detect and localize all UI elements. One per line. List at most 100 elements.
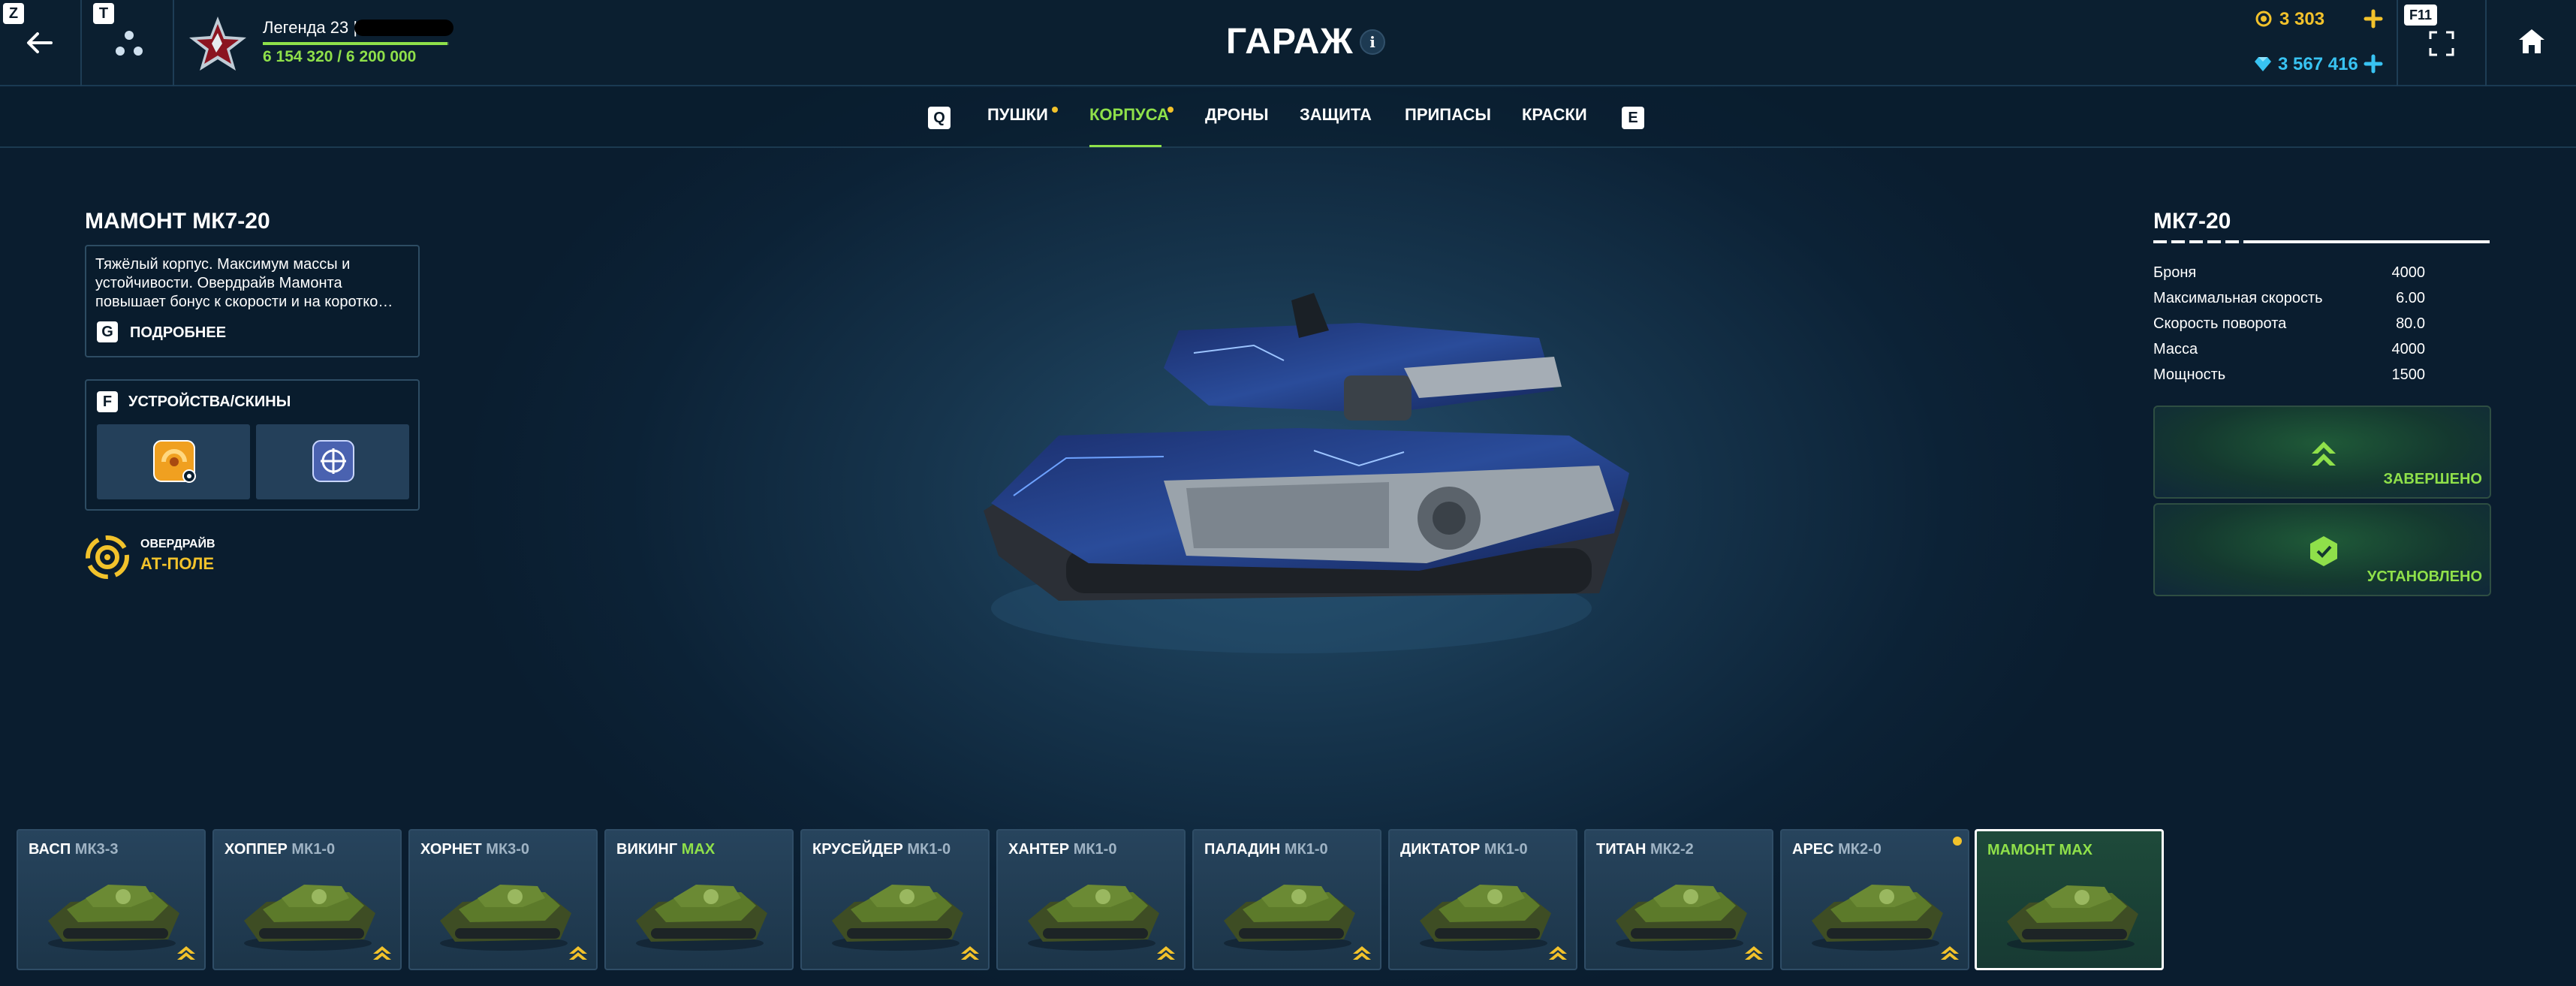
tankoins-amount: 3 567 416 <box>2278 54 2358 74</box>
stat-speed-value: 6.00 <box>2396 290 2425 306</box>
tab-supplies[interactable]: ПРИПАСЫ <box>1405 105 1491 125</box>
hull-max-badge: MAX <box>2059 842 2092 858</box>
hull-card[interactable]: ВАСП МК3-3 <box>17 829 206 970</box>
description-card: Тяжёлый корпус. Максимум массы и устойчи… <box>85 245 420 357</box>
hull-card[interactable]: ТИТАН МК2-2 <box>1584 829 1773 970</box>
tab-protection[interactable]: ЗАЩИТА <box>1300 105 1372 125</box>
hull-name: ХОППЕР <box>224 841 292 858</box>
key-hint-e[interactable]: E <box>1622 107 1644 129</box>
info-icon[interactable]: i <box>1360 29 1385 55</box>
hull-card-title: ВАСП МК3-3 <box>29 841 119 858</box>
hull-card[interactable]: ХАНТЕР МК1-0 <box>996 829 1186 970</box>
fullscreen-icon[interactable] <box>2428 30 2455 57</box>
hidden-nickname <box>354 20 453 36</box>
hull-name: ДИКТАТОР <box>1400 841 1484 858</box>
hull-card-title: КРУСЕЙДЕР МК1-0 <box>812 841 951 858</box>
hull-thumbnail <box>824 868 967 954</box>
crystal-coin-icon <box>2255 11 2272 27</box>
device-slot[interactable] <box>97 424 250 499</box>
key-hint-q[interactable]: Q <box>928 107 951 129</box>
hull-card-title: ХОППЕР МК1-0 <box>224 841 335 858</box>
add-crystals-icon[interactable] <box>2364 9 2383 29</box>
item-title: МАМОНТ МК7-20 <box>85 209 270 234</box>
stat-turn-label: Скорость поворота <box>2153 315 2287 332</box>
tab-hulls[interactable]: КОРПУСА <box>1089 105 1169 125</box>
stat-mass-value: 4000 <box>2391 341 2426 357</box>
hull-card[interactable]: ВИКИНГ MAX <box>604 829 794 970</box>
hull-name: ХАНТЕР <box>1008 841 1074 858</box>
equipped-shield-icon <box>2309 535 2339 568</box>
crystals-amount: 3 303 <box>2279 9 2325 29</box>
tab-paints[interactable]: КРАСКИ <box>1522 105 1587 125</box>
equip-status-text: УСТАНОВЛЕНО <box>2367 568 2482 585</box>
upgrade-available-icon <box>1743 943 1764 961</box>
stat-turn-value: 80.0 <box>2396 315 2425 332</box>
hull-name: ПАЛАДИН <box>1204 841 1285 858</box>
friends-icon[interactable] <box>113 29 146 59</box>
hull-thumbnail <box>1804 868 1947 954</box>
hull-thumbnail <box>1999 869 2142 955</box>
xp-counter: 6 154 320 / 6 200 000 <box>263 48 417 65</box>
hull-mk-level: МК1-0 <box>291 841 336 858</box>
equip-status-card[interactable]: УСТАНОВЛЕНО <box>2153 503 2491 596</box>
stat-armor-label: Броня <box>2153 264 2197 281</box>
skin-icon <box>312 439 355 483</box>
tab-guns[interactable]: ПУШКИ <box>987 105 1048 125</box>
divider <box>173 0 174 86</box>
devices-skins-title[interactable]: УСТРОЙСТВА/СКИНЫ <box>128 393 291 411</box>
hull-name: ТИТАН <box>1596 841 1650 858</box>
tab-guns-notification-dot <box>1052 107 1058 113</box>
key-hint-g: G <box>97 321 118 342</box>
back-arrow-icon[interactable] <box>23 26 57 60</box>
hull-card[interactable]: КРУСЕЙДЕР МК1-0 <box>800 829 990 970</box>
player-rank-name: Легенда 23 | <box>263 18 358 37</box>
stat-speed-label: Максимальная скорость <box>2153 290 2323 306</box>
hull-card[interactable]: ХОППЕР МК1-0 <box>212 829 402 970</box>
hull-max-badge: MAX <box>681 841 716 858</box>
add-tankoins-icon[interactable] <box>2364 54 2383 74</box>
key-hint-f: F <box>97 391 118 412</box>
rank-star-icon[interactable] <box>186 15 249 74</box>
devices-card: F УСТРОЙСТВА/СКИНЫ <box>85 379 420 511</box>
tab-hulls-notification-dot <box>1167 107 1174 113</box>
home-icon[interactable] <box>2517 27 2547 56</box>
hull-mk-level: МК1-0 <box>1484 841 1528 858</box>
key-hint-f11: F11 <box>2404 5 2437 26</box>
xp-bar-fill <box>263 42 448 45</box>
stats-mk-title: МК7-20 <box>2153 209 2231 234</box>
divider <box>2485 0 2487 86</box>
hull-notification-dot <box>1953 837 1962 846</box>
tank-model-preview[interactable] <box>939 285 1637 706</box>
item-description: Тяжёлый корпус. Максимум массы и устойчи… <box>95 256 393 310</box>
hull-name: ВАСП <box>29 841 75 858</box>
upgrade-status-card[interactable]: ЗАВЕРШЕНО <box>2153 406 2491 499</box>
key-hint-t: T <box>93 3 114 24</box>
more-details-link[interactable]: ПОДРОБНЕЕ <box>130 324 226 342</box>
upgrade-available-icon <box>960 943 981 961</box>
hull-thumbnail <box>628 868 771 954</box>
upgrade-available-icon <box>176 943 197 961</box>
hull-card[interactable]: ПАЛАДИН МК1-0 <box>1192 829 1381 970</box>
hull-name: КРУСЕЙДЕР <box>812 841 908 858</box>
upgrade-available-icon <box>1547 943 1568 961</box>
overdrive-icon[interactable] <box>85 535 130 580</box>
hull-mk-level: МК1-0 <box>1284 841 1328 858</box>
upgrade-progress-segments <box>2153 240 2255 243</box>
hull-name: ХОРНЕТ <box>420 841 487 858</box>
diamond-icon <box>2254 56 2272 72</box>
skin-slot[interactable] <box>256 424 409 499</box>
stat-armor-value: 4000 <box>2391 264 2426 281</box>
hull-card[interactable]: ХОРНЕТ МК3-0 <box>408 829 598 970</box>
hull-card-title: АРЕС МК2-0 <box>1792 841 1882 858</box>
stat-power-value: 1500 <box>2391 366 2426 383</box>
tab-drones[interactable]: ДРОНЫ <box>1205 105 1269 125</box>
active-tab-underline <box>1089 145 1161 147</box>
hull-name: ВИКИНГ <box>616 841 682 858</box>
hull-card[interactable]: АРЕС МК2-0 <box>1780 829 1969 970</box>
hull-card[interactable]: МАМОНТ MAX <box>1975 829 2164 970</box>
overdrive-name: АТ-ПОЛЕ <box>140 554 215 573</box>
hull-card[interactable]: ДИКТАТОР МК1-0 <box>1388 829 1577 970</box>
hull-thumbnail <box>432 868 575 954</box>
upgrade-available-icon <box>568 943 589 961</box>
hull-thumbnail <box>1216 868 1359 954</box>
